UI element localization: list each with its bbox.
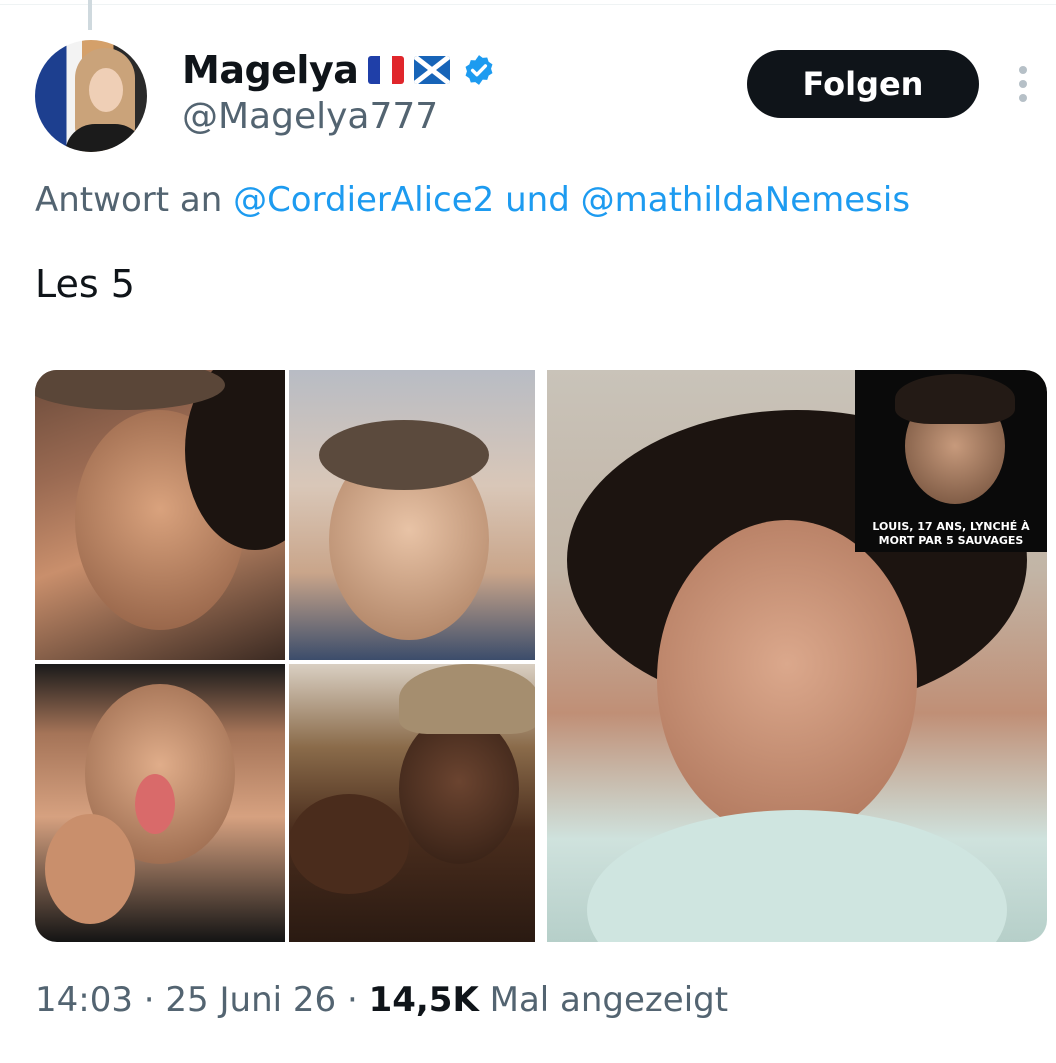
photo-5-hoodie	[587, 810, 1007, 942]
flag-scotland-icon	[414, 56, 451, 84]
mention-link-mathildanemesis[interactable]: @mathildaNemesis	[581, 180, 910, 220]
photo-3-hand	[45, 814, 135, 924]
views-count: 14,5K	[368, 980, 479, 1020]
media-inset-memorial: LOUIS, 17 ANS, LYNCHÉ À MORT PAR 5 SAUVA…	[855, 370, 1047, 552]
photo-4-cap	[399, 664, 535, 734]
tweet-text: Les 5	[35, 262, 135, 306]
media-photo-1[interactable]	[35, 370, 285, 660]
reply-conjunction: und	[505, 180, 570, 220]
photo-3-tongue	[135, 774, 175, 834]
inset-hair	[895, 374, 1015, 424]
verified-badge-icon	[465, 55, 493, 85]
follow-button[interactable]: Folgen	[747, 50, 979, 118]
mention-link-cordieralice2[interactable]: @CordierAlice2	[233, 180, 494, 220]
tweet-media[interactable]: LOUIS, 17 ANS, LYNCHÉ À MORT PAR 5 SAUVA…	[35, 370, 1047, 942]
meta-separator-1: ·	[143, 980, 155, 1020]
photo-4-face	[399, 714, 519, 864]
photo-5-face	[657, 520, 917, 840]
more-options-icon[interactable]	[1014, 64, 1032, 104]
tweet-time[interactable]: 14:03	[35, 980, 133, 1020]
avatar[interactable]	[35, 40, 147, 152]
meta-separator-2: ·	[346, 980, 358, 1020]
top-divider	[0, 4, 1056, 5]
tweet-date[interactable]: 25 Juni 26	[165, 980, 336, 1020]
views-label: Mal angezeigt	[489, 980, 729, 1020]
photo-2-hair	[319, 420, 489, 490]
reply-context: Antwort an @CordierAlice2 und @mathildaN…	[35, 180, 910, 220]
author-handle[interactable]: @Magelya777	[182, 96, 438, 137]
author-name-row[interactable]: Magelya	[182, 44, 496, 96]
thread-connector-line	[88, 0, 92, 30]
reply-prefix: Antwort an	[35, 180, 223, 220]
media-photo-4[interactable]	[289, 664, 535, 942]
avatar-face	[89, 68, 123, 112]
photo-4-hand	[289, 794, 409, 894]
author-display-name[interactable]: Magelya	[182, 48, 359, 92]
inset-caption: LOUIS, 17 ANS, LYNCHÉ À MORT PAR 5 SAUVA…	[872, 520, 1030, 547]
tweet-meta: 14:03 · 25 Juni 26 · 14,5K Mal angezeigt	[35, 980, 728, 1020]
media-photo-2[interactable]	[289, 370, 535, 660]
media-photo-3[interactable]	[35, 664, 285, 942]
flag-france-icon	[368, 56, 405, 84]
